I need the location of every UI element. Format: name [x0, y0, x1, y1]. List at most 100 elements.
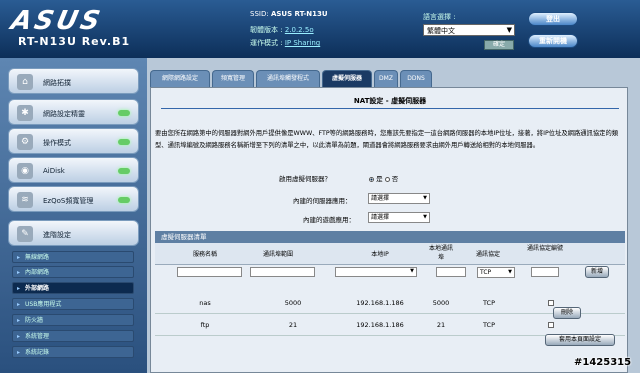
row-port-range: 5000	[284, 299, 302, 307]
sidebar-subitem-wan[interactable]: ▸ 外部網路	[12, 282, 134, 294]
enable-no-radio[interactable]	[384, 176, 390, 182]
sidebar-item-label: EzQoS頻寬管理	[43, 197, 94, 205]
chevron-down-icon: ▼	[423, 214, 427, 220]
sidebar-item-label: 網路拓撲	[43, 79, 71, 87]
enable-no-label: 否	[391, 175, 399, 183]
add-button[interactable]: 新增	[585, 266, 609, 278]
local-ip-input[interactable]: ▼	[335, 267, 417, 277]
col-local-ip: 本地IP	[371, 251, 389, 258]
row-service-name: ftp	[200, 321, 210, 329]
ssid-row: SSID: ASUS RT-N13U	[250, 10, 328, 18]
language-select[interactable]: 繁體中文 ▼	[423, 24, 515, 36]
logout-button[interactable]: 登出	[528, 12, 578, 26]
sidebar-item-operation-mode[interactable]: ⚙ 操作模式	[8, 128, 139, 154]
protocol-value: TCP	[480, 269, 492, 276]
row-protocol: TCP	[482, 321, 496, 329]
sidebar-subitem-wireless[interactable]: ▸ 無線網路	[12, 251, 134, 263]
service-name-input[interactable]	[177, 267, 242, 277]
row-service-name: nas	[199, 299, 211, 307]
sidebar-item-label: 進階設定	[43, 231, 71, 239]
apply-page-button[interactable]: 套用本頁面設定	[545, 334, 615, 346]
delete-button[interactable]: 刪除	[553, 307, 581, 319]
builtin-server-label: 內建的伺服器應用：	[293, 197, 352, 205]
page-description: 要由您所在網路第中的伺服器對網外用戶提供像是WWW、FTP等的網路服務時，您應該…	[155, 130, 619, 149]
status-led-icon	[118, 110, 130, 116]
row-protocol: TCP	[482, 299, 496, 307]
subitem-label: 系統管理	[25, 333, 50, 340]
sidebar-item-network-map[interactable]: ⌂ 網路拓撲	[8, 68, 139, 94]
col-protocol-number: 通訊協定編號	[526, 245, 563, 252]
tab-bandwidth[interactable]: 頻寬管理	[212, 70, 254, 87]
mode-link[interactable]: IP Sharing	[285, 39, 320, 47]
page-title: NAT設定 - 虛擬伺服器	[353, 97, 427, 105]
status-led-icon	[118, 139, 130, 145]
port-range-input[interactable]	[250, 267, 315, 277]
sidebar-item-network-wizard[interactable]: ✱ 網路設定精靈	[8, 99, 139, 125]
sidebar-item-label: 網路設定精靈	[43, 110, 85, 118]
builtin-game-value: 請選擇	[371, 214, 390, 221]
sidebar-item-ezqos[interactable]: ≋ EzQoS頻寬管理	[8, 186, 139, 212]
sidebar-subitem-lan[interactable]: ▸ 內部網路	[12, 266, 134, 278]
col-local-port: 本地通訊埠	[428, 245, 453, 261]
builtin-server-select[interactable]: 請選擇 ▼	[368, 193, 430, 204]
network-wizard-icon: ✱	[17, 105, 33, 121]
col-service-name: 服務名稱	[192, 251, 217, 258]
subitem-label: 內部網路	[25, 269, 50, 276]
row-select-checkbox[interactable]	[548, 322, 554, 328]
triangle-right-icon: ▸	[17, 333, 21, 340]
sidebar-item-label: AiDisk	[43, 167, 65, 175]
sidebar-item-advanced-settings[interactable]: ✎ 進階設定	[8, 220, 139, 246]
reboot-button[interactable]: 重新開機	[528, 34, 578, 48]
tab-dmz[interactable]: DMZ	[374, 70, 398, 87]
row-port-range: 21	[288, 321, 298, 329]
status-led-icon	[118, 197, 130, 203]
enable-yes-radio[interactable]	[369, 176, 374, 182]
status-led-icon	[118, 168, 130, 174]
main-panel: NAT設定 - 虛擬伺服器 要由您所在網路第中的伺服器對網外用戶提供像是WWW、…	[150, 87, 628, 373]
enable-yes-label: 是	[376, 175, 383, 183]
tab-internet[interactable]: 網際網路設定	[150, 70, 210, 87]
local-port-input[interactable]	[436, 267, 466, 277]
triangle-right-icon: ▸	[17, 254, 21, 261]
builtin-game-label: 內建的遊戲應用：	[303, 216, 355, 224]
triangle-right-icon: ▸	[17, 285, 21, 292]
virtual-server-list-header: 虛擬伺服器清單	[155, 231, 625, 243]
tab-port-trigger[interactable]: 通訊埠觸發程式	[256, 70, 320, 87]
sidebar-item-aidisk[interactable]: ◉ AiDisk	[8, 157, 139, 183]
firmware-label: 韌體版本 :	[250, 26, 283, 34]
col-protocol: 通訊協定	[475, 251, 500, 258]
ssid-value: ASUS RT-N13U	[270, 10, 328, 18]
protocol-select[interactable]: TCP ▼	[477, 267, 515, 278]
row-select-checkbox[interactable]	[548, 300, 554, 306]
firmware-row: 韌體版本 : 2.0.2.5o	[250, 25, 314, 35]
aidisk-icon: ◉	[17, 163, 33, 179]
title-divider	[161, 108, 619, 109]
row-local-port: 5000	[432, 299, 450, 307]
protocol-number-input[interactable]	[531, 267, 559, 277]
tab-ddns[interactable]: DDNS	[400, 70, 432, 87]
firmware-link[interactable]: 2.0.2.5o	[285, 26, 314, 34]
sidebar-subitem-system-log[interactable]: ▸ 系統記錄	[12, 346, 134, 358]
device-info: SSID: ASUS RT-N13U 韌體版本 : 2.0.2.5o 運作模式 …	[250, 8, 410, 53]
tab-virtual-server[interactable]: 虛擬伺服器	[322, 70, 372, 87]
chevron-down-icon: ▼	[410, 268, 414, 274]
enable-label: 啟用虛擬伺服器？	[279, 175, 331, 183]
chevron-down-icon: ▼	[423, 195, 427, 201]
ssid-label: SSID:	[250, 10, 269, 18]
chevron-down-icon: ▼	[506, 26, 512, 34]
builtin-server-value: 請選擇	[371, 195, 390, 202]
triangle-right-icon: ▸	[17, 317, 21, 324]
builtin-game-select[interactable]: 請選擇 ▼	[368, 212, 430, 223]
asus-logo: ASUS	[8, 6, 106, 36]
subitem-label: 無線網路	[25, 254, 50, 261]
mode-label: 運作模式 :	[250, 39, 283, 47]
row-local-port: 21	[436, 321, 446, 329]
language-value: 繁體中文	[427, 27, 455, 35]
language-apply-button[interactable]: 確定	[484, 40, 514, 50]
subitem-label: 外部網路	[25, 285, 50, 292]
sidebar-subitem-administration[interactable]: ▸ 系統管理	[12, 330, 134, 342]
table-header: 服務名稱 通訊埠範圍 本地IP 本地通訊埠 通訊協定 通訊協定編號	[155, 243, 625, 265]
sidebar-subitem-usb[interactable]: ▸ USB應用程式	[12, 298, 134, 310]
advanced-settings-icon: ✎	[17, 226, 33, 242]
sidebar-subitem-firewall[interactable]: ▸ 防火牆	[12, 314, 134, 326]
